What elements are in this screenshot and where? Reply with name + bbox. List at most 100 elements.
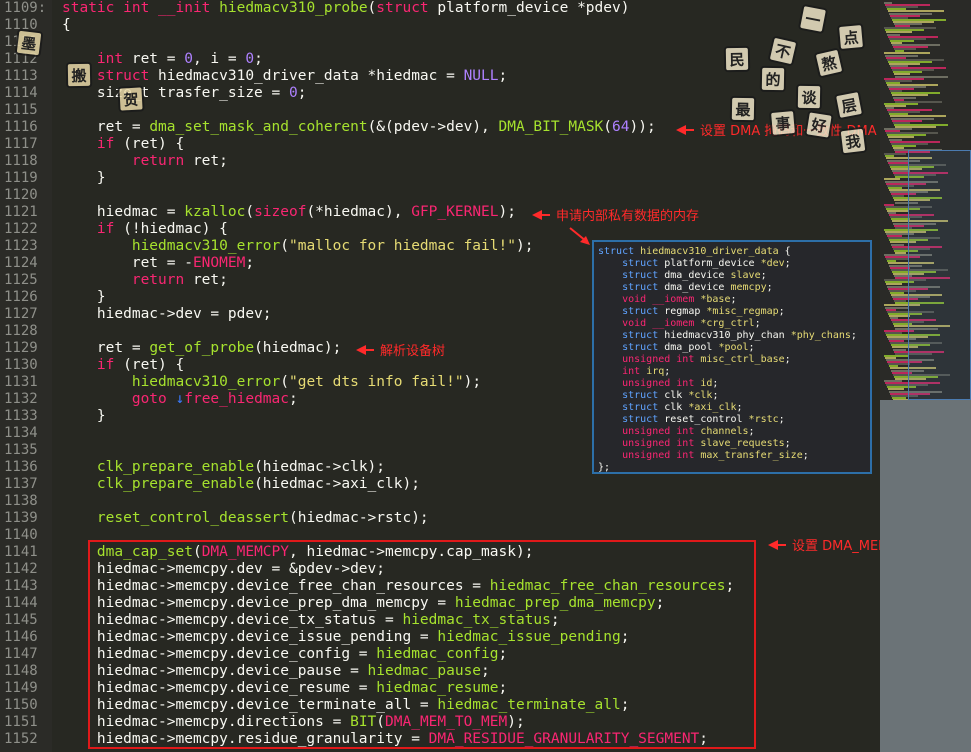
code-token: dma_set_mask_and_coherent — [149, 119, 368, 135]
code-text: ret = -ENOMEM; — [62, 255, 254, 272]
struct-token: unsigned int — [622, 438, 701, 449]
line-number: 1128 — [4, 323, 38, 339]
line-number: 1136 — [4, 459, 38, 475]
code-token: ( — [280, 374, 289, 390]
code-token: if — [96, 221, 124, 237]
annotation-parse-dt: 解析设备树 — [356, 340, 445, 359]
struct-token: misc_ctrl_base — [700, 354, 785, 365]
sticker-char: 最 — [729, 95, 757, 123]
annotation-memcpy-cap-text: 设置 DMA_MEMCPY 能力集 — [792, 539, 880, 554]
line-number: 1126 — [4, 289, 38, 305]
struct-token: unsigned int — [622, 426, 701, 437]
code-line[interactable]: 1122 if (!hiedmac) { — [0, 221, 880, 238]
code-token: (hiedmac->clk); — [254, 459, 386, 475]
code-token: , i = — [192, 51, 246, 67]
code-text: clk_prepare_enable(hiedmac->axi_clk); — [62, 476, 420, 493]
annotation-alloc: 申请内部私有数据的内存 — [532, 205, 699, 224]
code-line[interactable]: 1119 } — [0, 170, 880, 187]
minimap[interactable] — [880, 0, 971, 752]
line-number: 1138 — [4, 493, 38, 509]
struct-token: *base — [700, 294, 731, 305]
code-line[interactable]: 1139 reset_control_deassert(hiedmac->rst… — [0, 510, 880, 527]
struct-token — [598, 402, 622, 413]
line-number: 1129 — [4, 340, 38, 356]
code-token: (*hiedmac), — [306, 204, 412, 220]
code-token: free_hiedmac — [184, 391, 289, 407]
code-token: hiedmac->dev = pdev; — [62, 306, 272, 322]
code-line[interactable]: 1109: static int __init hiedmacv310_probe… — [0, 0, 880, 17]
code-token: struct — [376, 0, 438, 16]
struct-token: hiedmacv310_driver_data — [640, 246, 779, 257]
memcpy-highlight-box — [88, 540, 756, 749]
struct-token: }; — [598, 462, 611, 473]
sticker-char: 谈 — [795, 83, 823, 111]
code-line[interactable]: 1110{ — [0, 17, 880, 34]
code-line[interactable]: 1137 clk_prepare_enable(hiedmac->axi_clk… — [0, 476, 880, 493]
code-token: if — [96, 357, 124, 373]
code-line[interactable]: 1121 hiedmac = kzalloc(sizeof(*hiedmac),… — [0, 204, 880, 221]
code-token: sizeof — [254, 204, 307, 220]
struct-token — [598, 354, 622, 365]
struct-line: struct clk *axi_clk; — [598, 402, 866, 414]
struct-token: *pool — [718, 342, 749, 353]
code-token: ENOMEM — [192, 255, 246, 271]
struct-line: void __iomem *crg_ctrl; — [598, 318, 866, 330]
arrow-left-icon — [768, 539, 786, 551]
code-text: hiedmac->dev = pdev; — [62, 306, 272, 323]
line-number: 1131 — [4, 374, 38, 390]
code-token: )); — [629, 119, 656, 135]
code-line[interactable]: 1118 return ret; — [0, 153, 880, 170]
line-number: 1130 — [4, 357, 38, 373]
code-token: hiedmacv310_driver_data *hiedmac = — [158, 68, 464, 84]
struct-token: ; — [784, 354, 791, 365]
struct-token — [598, 306, 622, 317]
struct-token: dma_pool — [664, 342, 719, 353]
arrow-down-right-icon — [569, 227, 590, 245]
annotation-parse-dt-text: 解析设备树 — [380, 344, 446, 359]
struct-token: void __iomem — [622, 318, 701, 329]
code-token: hiedmacv310_error — [131, 238, 281, 254]
code-text: } — [62, 170, 106, 187]
code-token: hiedmac = — [62, 204, 185, 220]
code-token: ; — [297, 85, 307, 101]
code-token: (&(pdev->dev), — [367, 119, 499, 135]
line-number: 1132 — [4, 391, 38, 407]
code-editor[interactable]: 1109: static int __init hiedmacv310_probe… — [0, 0, 880, 752]
struct-line: int irq; — [598, 366, 866, 378]
code-token: reset_control_deassert — [96, 510, 289, 526]
code-token: ret; — [192, 272, 228, 288]
line-number: 1142 — [4, 561, 38, 577]
code-text: hiedmacv310_error("get dts info fail!"); — [62, 374, 481, 391]
code-line[interactable]: 1120 — [0, 187, 880, 204]
line-number: 1122 — [4, 221, 38, 237]
struct-token — [598, 378, 622, 389]
struct-token: struct — [622, 342, 665, 353]
code-text: if (ret) { — [62, 357, 184, 374]
arrow-left-icon — [356, 344, 374, 356]
line-number: 1133 — [4, 408, 38, 424]
line-number: 1151 — [4, 714, 38, 730]
minimap-viewport[interactable] — [908, 150, 971, 400]
struct-token: dma_device — [664, 270, 731, 281]
struct-line: void __iomem *base; — [598, 294, 866, 306]
struct-token: ; — [712, 378, 719, 389]
struct-line: }; — [598, 462, 866, 474]
code-token: GFP_KERNEL — [411, 204, 499, 220]
struct-line: struct reset_control *rstc; — [598, 414, 866, 426]
line-number: 1116 — [4, 119, 38, 135]
sticker-char: 一 — [797, 3, 829, 35]
struct-token: ; — [802, 450, 809, 461]
struct-token: ; — [778, 306, 785, 317]
code-token: size_t trasfer_size = — [62, 85, 289, 101]
line-number: 1141 — [4, 544, 38, 560]
code-token: } — [62, 408, 106, 424]
struct-token: unsigned int — [622, 354, 701, 365]
code-token: get_of_probe — [149, 340, 255, 356]
code-token: (hiedmac); — [254, 340, 342, 356]
struct-token: clk — [664, 402, 689, 413]
struct-line: unsigned int id; — [598, 378, 866, 390]
code-text: goto ↓free_hiedmac; — [62, 391, 298, 408]
code-line[interactable]: 1138 — [0, 493, 880, 510]
